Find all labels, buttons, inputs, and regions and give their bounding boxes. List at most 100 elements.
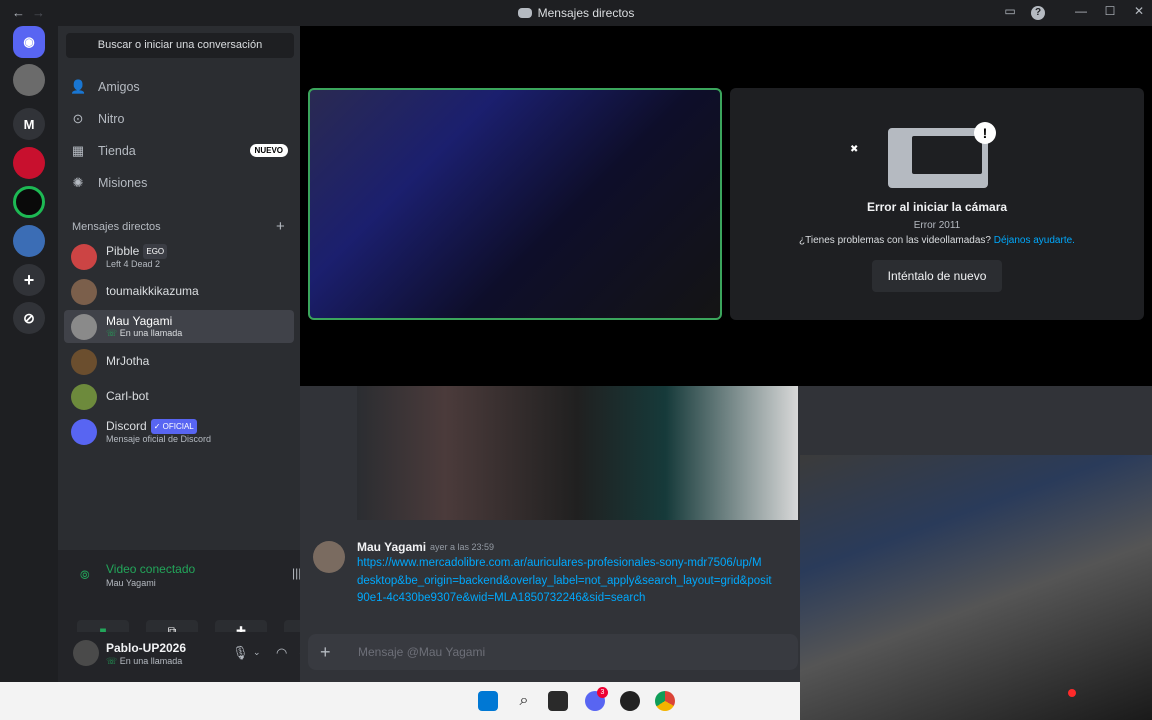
author-avatar[interactable] — [313, 541, 345, 573]
app-taskbar-icon[interactable] — [620, 691, 640, 711]
official-tag: ✓ OFICIAL — [150, 418, 197, 434]
retry-button[interactable]: Inténtalo de nuevo — [872, 260, 1002, 292]
add-server-icon[interactable]: + — [13, 264, 45, 296]
dm-item-mrjotha[interactable]: MrJotha — [64, 345, 294, 378]
dm-status: En una llamada — [119, 327, 183, 338]
help-icon[interactable]: ? — [1031, 6, 1045, 20]
signal-icon: ⦾ — [80, 568, 90, 582]
avatar — [71, 418, 97, 445]
discord-taskbar-icon[interactable]: 3 — [585, 687, 608, 711]
user-panel: Pablo-UP2026 ☏ En una llamada 🎙 ⌄ ◠ ⌄ ⚙ — [58, 632, 334, 682]
dm-item-discord[interactable]: Discord ✓ OFICIAL Mensaje oficial de Disc… — [64, 415, 294, 448]
windows-start-icon[interactable] — [478, 691, 498, 711]
composer-placeholder: Mensaje @Mau Yagami — [358, 645, 486, 659]
shop-icon: ▦ — [71, 143, 85, 158]
avatar — [71, 383, 97, 410]
x-mark-icon: ✖ — [850, 144, 859, 155]
server-icon-4[interactable] — [13, 186, 45, 218]
nav-quests[interactable]: ✺ Misiones — [66, 169, 294, 197]
tv-screen — [912, 136, 982, 174]
search-conversation-button[interactable]: Buscar o iniciar una conversación — [66, 33, 294, 58]
nav-quests-label: Misiones — [98, 176, 148, 190]
close-icon[interactable]: ✕ — [1131, 4, 1147, 18]
terminal-icon[interactable] — [548, 691, 568, 711]
dm-name: Pibble — [106, 243, 140, 258]
avatar — [71, 348, 97, 375]
official-tag-text: OFICIAL — [162, 421, 194, 431]
dm-name: Mau Yagami — [106, 313, 173, 328]
avatar — [71, 313, 97, 340]
warning-icon: ! — [974, 122, 996, 144]
nav-nitro-label: Nitro — [98, 112, 125, 126]
create-dm-plus-icon[interactable]: + — [276, 218, 285, 235]
help-link[interactable]: Déjanos ayudarte. — [994, 235, 1075, 246]
dm-item-carl-bot[interactable]: Carl-bot — [64, 380, 294, 413]
maximize-icon[interactable]: ☐ — [1102, 4, 1118, 18]
user-status: En una llamada — [119, 656, 183, 666]
server-icon-3[interactable] — [13, 147, 45, 179]
home-discord-icon[interactable]: ◉ — [13, 26, 45, 58]
message-link-line[interactable]: desktop&be_origin=backend&overlay_label=… — [357, 575, 801, 587]
discover-icon[interactable]: ⊘ — [13, 302, 45, 334]
title-bar: ← → Mensajes directos ▭ ? — ☐ ✕ — [0, 0, 1152, 26]
nav-shop-label: Tienda — [98, 144, 136, 158]
server-icon-m[interactable]: M — [13, 108, 45, 140]
dm-item-mau-yagami[interactable]: Mau Yagami ☏ En una llamada — [64, 310, 294, 343]
call-area: ! ✖ Error al iniciar la cámara Error 201… — [300, 26, 1152, 386]
dm-name: Carl-bot — [106, 389, 149, 403]
notification-badge: 3 — [597, 687, 608, 698]
chevron-down-icon[interactable]: ⌄ — [253, 647, 261, 658]
recording-dot-icon — [1068, 689, 1076, 697]
dm-item-pibble[interactable]: Pibble EGO Left 4 Dead 2 — [64, 240, 294, 273]
dm-sidebar: Buscar o iniciar una conversación 👤 Amigo… — [58, 26, 336, 682]
server-icon-1[interactable] — [13, 64, 45, 96]
error-title: Error al iniciar la cámara — [866, 200, 1008, 214]
dm-item-toumaikkikazuma[interactable]: toumaikkikazuma — [64, 275, 294, 308]
friends-icon: 👤 — [70, 79, 87, 94]
phone-icon: ☏ — [106, 327, 120, 338]
add-attachment-icon[interactable]: + — [320, 642, 331, 663]
user-avatar[interactable] — [73, 640, 99, 666]
nav-shop[interactable]: ▦ Tienda NUEVO — [66, 137, 294, 165]
headphones-icon[interactable]: ◠ — [276, 645, 287, 661]
message-composer[interactable]: + Mensaje @Mau Yagami — [308, 634, 798, 670]
nav-nitro[interactable]: ⊙ Nitro — [66, 105, 294, 133]
discord-logo-icon — [517, 8, 532, 18]
chrome-icon[interactable] — [655, 691, 675, 711]
microphone-icon[interactable]: 🎙 — [232, 645, 249, 661]
user-name: Pablo-UP2026 — [106, 641, 187, 655]
camera-error-tile: ! ✖ Error al iniciar la cámara Error 201… — [730, 88, 1144, 320]
message-timestamp: ayer a las 23:59 — [430, 542, 495, 552]
nav-friends-label: Amigos — [98, 80, 140, 94]
dm-name: toumaikkikazuma — [106, 284, 199, 298]
message-author[interactable]: Mau Yagami — [357, 540, 426, 554]
remote-video-tile[interactable] — [308, 88, 722, 320]
server-rail: ◉ M + ⊘ — [0, 26, 58, 682]
server-icon-5[interactable] — [13, 225, 45, 257]
voice-status: Video conectado — [106, 562, 196, 576]
avatar — [71, 243, 97, 270]
avatar — [71, 278, 97, 305]
message-link-line[interactable]: 90e1-4c430be9307e&wid=MLA1850732246&sid=… — [357, 592, 801, 604]
error-code: Error 2011 — [913, 220, 961, 231]
new-badge: NUEVO — [249, 144, 288, 157]
dm-subtitle: Mensaje oficial de Discord — [106, 433, 212, 444]
inbox-icon[interactable]: ▭ — [1002, 4, 1018, 18]
phone-icon: ☏ — [106, 656, 120, 666]
quests-icon: ✺ — [72, 175, 84, 190]
message-link-line[interactable]: https://www.mercadolibre.com.ar/auricula… — [357, 557, 801, 569]
message-image-attachment[interactable] — [357, 386, 798, 520]
window-title: Mensajes directos — [0, 6, 1152, 20]
self-video-overlay[interactable] — [800, 455, 1152, 720]
voice-channel: Mau Yagami — [106, 578, 156, 588]
dm-header: Mensajes directos — [72, 221, 161, 233]
minimize-icon[interactable]: — — [1073, 4, 1089, 18]
nitro-icon: ⊙ — [72, 111, 84, 126]
nav-friends[interactable]: 👤 Amigos — [66, 73, 294, 101]
dm-name: MrJotha — [106, 354, 150, 368]
broken-camera-illustration: ! — [888, 122, 996, 188]
help-text: ¿Tienes problemas con las videollamadas? — [799, 235, 991, 246]
search-icon[interactable]: ⌕ — [514, 691, 534, 711]
dm-activity: Left 4 Dead 2 — [106, 258, 161, 269]
dm-name: Discord — [106, 418, 147, 433]
